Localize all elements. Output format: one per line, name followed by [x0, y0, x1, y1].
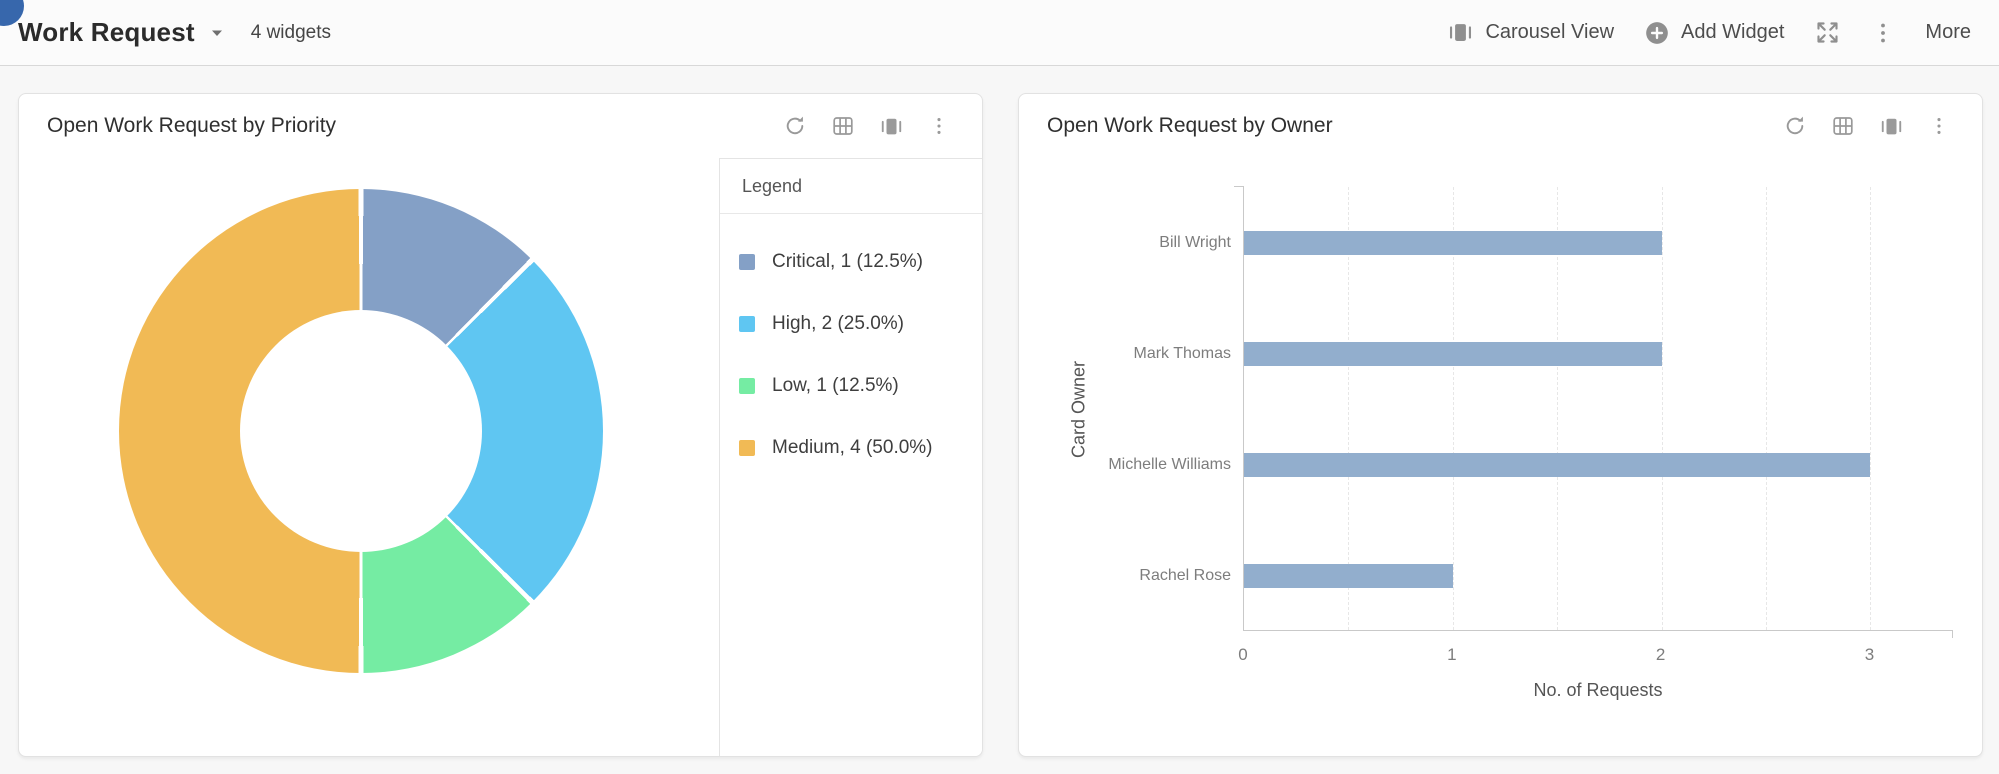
table-view-button[interactable] — [1830, 113, 1856, 139]
header-kebab-button[interactable] — [1871, 20, 1895, 46]
widget-kebab-button[interactable] — [926, 113, 952, 139]
refresh-button[interactable] — [782, 113, 808, 139]
legend-items: Critical, 1 (12.5%) High, 2 (25.0%) Low, 1… — [720, 214, 982, 479]
widget-priority-card: Open Work Request by Priority Legend Cri… — [18, 93, 983, 757]
legend-label: Low, 1 (12.5%) — [772, 375, 899, 396]
plus-circle-icon — [1644, 20, 1670, 46]
carousel-view-label: Carousel View — [1485, 21, 1615, 43]
expand-icon — [1814, 19, 1841, 46]
category-label: Bill Wright — [1159, 233, 1231, 251]
top-header: Work Request 4 widgets Carousel View Add… — [0, 0, 1999, 66]
widget-toolbar — [1782, 94, 1952, 158]
bar-bill-wright[interactable] — [1244, 230, 1662, 255]
legend-title: Legend — [720, 159, 982, 214]
donut-hole — [240, 310, 482, 552]
x-tick-label: 2 — [1655, 645, 1666, 664]
carousel-view-button[interactable]: Carousel View — [1447, 19, 1614, 46]
carousel-icon-button[interactable] — [1878, 113, 1904, 139]
more-button[interactable]: More — [1925, 21, 1971, 44]
legend-swatch — [739, 440, 755, 456]
widget-owner-card: Open Work Request by Owner Card Owner Bi… — [1018, 93, 1983, 757]
category-label: Michelle Williams — [1108, 455, 1231, 473]
gridline — [1766, 187, 1768, 630]
carousel-icon — [1447, 19, 1474, 46]
widget-area: Open Work Request by Priority Legend Cri… — [0, 66, 1999, 757]
bar-rachel-rose[interactable] — [1244, 563, 1453, 588]
x-tick-label: 0 — [1238, 645, 1248, 664]
table-view-button[interactable] — [830, 113, 856, 139]
legend-item[interactable]: Low, 1 (12.5%) — [720, 355, 982, 417]
header-left: Work Request 4 widgets — [18, 17, 331, 48]
chevron-down-icon[interactable] — [209, 25, 225, 41]
widget-toolbar — [782, 94, 952, 158]
bar-mark-thomas[interactable] — [1244, 341, 1662, 366]
refresh-button[interactable] — [1782, 113, 1808, 139]
x-tick-label: 1 — [1447, 645, 1457, 664]
bar-chart-category-labels: Bill Wright Mark Thomas Michelle Williams R… — [1019, 187, 1231, 631]
legend-swatch — [739, 316, 755, 332]
add-widget-label: Add Widget — [1681, 21, 1785, 43]
bar-chart-x-axis-title: No. of Requests — [1533, 680, 1663, 700]
legend-item[interactable]: Critical, 1 (12.5%) — [720, 231, 982, 293]
widget-title: Open Work Request by Owner — [1047, 114, 1333, 137]
legend-swatch — [739, 378, 755, 394]
widget-count: 4 widgets — [250, 21, 332, 43]
legend-item[interactable]: High, 2 (25.0%) — [720, 293, 982, 355]
gridline — [1870, 187, 1872, 630]
bar-michelle-williams[interactable] — [1244, 452, 1871, 477]
legend-label: High, 2 (25.0%) — [772, 313, 905, 334]
legend-item[interactable]: Medium, 4 (50.0%) — [720, 417, 982, 479]
add-widget-button[interactable]: Add Widget — [1644, 20, 1784, 46]
expand-button[interactable] — [1814, 19, 1841, 46]
gridline — [1661, 187, 1663, 630]
bar-chart-plot[interactable] — [1234, 186, 1953, 638]
x-tick-label: 3 — [1864, 645, 1875, 664]
carousel-icon-button[interactable] — [878, 113, 904, 139]
widget-kebab-button[interactable] — [1926, 113, 1952, 139]
widget-title: Open Work Request by Priority — [47, 114, 337, 137]
category-label: Rachel Rose — [1139, 566, 1231, 584]
donut-chart[interactable] — [119, 189, 603, 673]
legend-panel: Legend Critical, 1 (12.5%) High, 2 (25.0%… — [719, 158, 982, 756]
category-label: Mark Thomas — [1133, 344, 1231, 362]
legend-label: Medium, 4 (50.0%) — [772, 437, 933, 458]
page-title[interactable]: Work Request — [18, 17, 195, 48]
more-label: More — [1925, 21, 1971, 43]
legend-swatch — [739, 254, 755, 270]
legend-label: Critical, 1 (12.5%) — [772, 251, 923, 272]
kebab-icon — [1871, 20, 1895, 46]
header-actions: Carousel View Add Widget More — [1447, 19, 1971, 46]
